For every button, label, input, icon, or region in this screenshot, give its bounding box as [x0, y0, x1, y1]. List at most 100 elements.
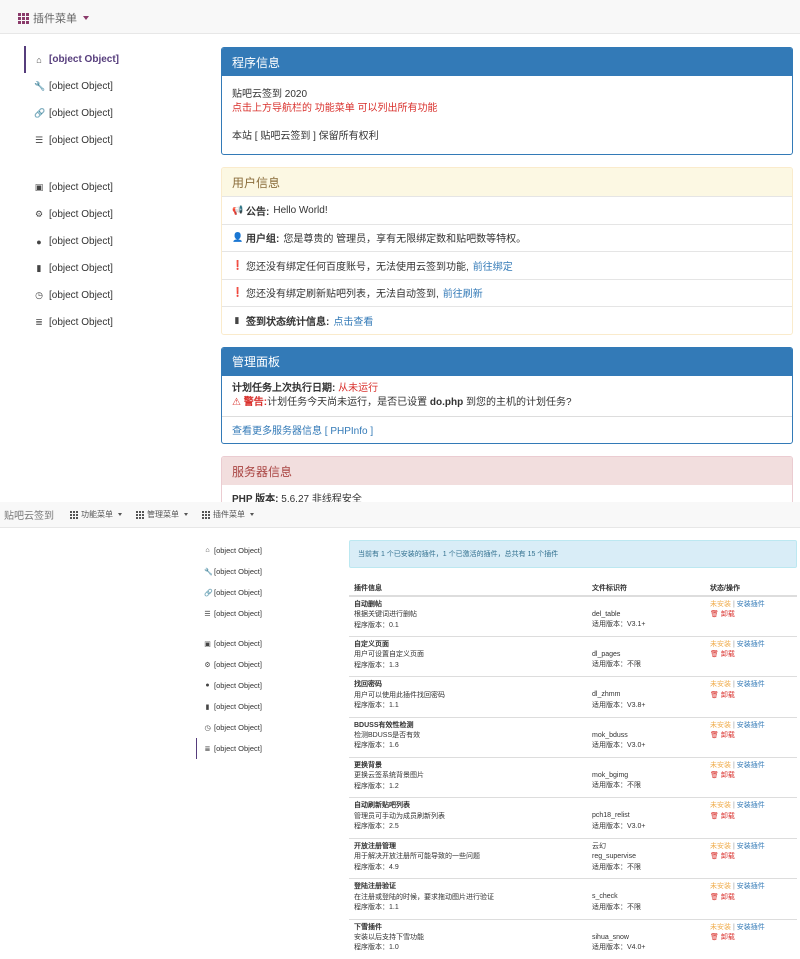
sidebar-item[interactable]: ⚙ [object Object] [24, 201, 204, 228]
bind-text: 您还没有绑定任何百度账号，无法使用云签到功能, [246, 261, 469, 273]
sidebar-item[interactable]: ▣ [object Object] [196, 633, 336, 654]
stats-link[interactable]: 点击查看 [333, 313, 373, 328]
install-plugin-link[interactable]: 安装插件 [737, 601, 765, 608]
sidebar-item[interactable]: ≣ [object Object] [24, 309, 204, 336]
install-plugin-link[interactable]: 安装插件 [737, 883, 765, 890]
bind-link[interactable]: 前往绑定 [473, 258, 513, 273]
sidebar-item-label: [object Object] [214, 744, 262, 753]
plugin-desc: 用户可以使用此插件找回密码 [354, 691, 445, 699]
separator: | [732, 802, 735, 810]
caret-down-icon [250, 513, 254, 516]
plugin-file-cell: mok_bduss 适用版本：V3.0+ [587, 716, 705, 758]
sidebar-item[interactable]: ☰ [object Object] [196, 603, 336, 624]
version-value: 1.1 [389, 702, 399, 710]
plugin-applies: 适用版本：V4.0+ [592, 943, 700, 953]
function-menu-dropdown[interactable]: 功能菜单 [70, 509, 122, 520]
sidebar-item[interactable]: ● [object Object] [24, 228, 204, 255]
plugin-info-cell: 开放注册管理 用于解决开放注册所可能导致的一些问题 程序版本：4.9 [349, 837, 587, 879]
sidebar-item[interactable]: 🔧 [object Object] [196, 561, 336, 582]
bottom-navbar: 贴吧云签到 功能菜单 管理菜单 插件菜单 [0, 502, 800, 528]
uninstall-link[interactable]: 卸载 [721, 692, 735, 699]
uninstall-link[interactable]: 卸载 [721, 853, 735, 860]
sidebar-item[interactable]: ▣ [object Object] [24, 174, 204, 201]
refresh-link[interactable]: 前往刷新 [443, 285, 483, 300]
plugin-menu-dropdown[interactable]: 插件菜单 [202, 509, 254, 520]
trash-icon: 🗑 [710, 853, 719, 861]
plugin-file-cell: dl_zhmm 适用版本：V3.8+ [587, 676, 705, 718]
install-plugin-link[interactable]: 安装插件 [737, 681, 765, 688]
install-plugin-link[interactable]: 安装插件 [737, 924, 765, 931]
sidebar-item[interactable]: ▮ [object Object] [196, 696, 336, 717]
trash-icon: 🗑 [710, 772, 719, 780]
plugin-file-id: sihua_snow [592, 933, 629, 941]
applies-prefix: 适用版本： [592, 944, 627, 952]
sidebar-item-label: [object Object] [49, 209, 113, 220]
program-name: 贴吧云签到 2020 [232, 89, 308, 100]
home-icon: ⌂ [205, 547, 210, 554]
plugin-file-cell: del_table 适用版本：V3.1+ [587, 595, 705, 637]
plugin-status-cell: 未安装 | 安装插件 🗑 卸载 [705, 757, 797, 798]
plugin-status-cell: 未安装 | 安装插件 🗑 卸载 [705, 635, 797, 677]
plugin-info-cell: 找回密码 用户可以使用此插件找回密码 程序版本：1.1 [349, 676, 587, 718]
table-row: 找回密码 用户可以使用此插件找回密码 程序版本：1.1 dl_zhmm 适用版本… [349, 676, 797, 718]
not-installed-label: 未安装 [710, 923, 731, 931]
plugin-name: 下雪插件 [354, 923, 382, 931]
plugin-name: 更换背景 [354, 762, 382, 770]
plugin-status-cell: 未安装 | 安装插件 🗑 卸载 [705, 837, 797, 879]
sidebar-item[interactable]: ◷ [object Object] [24, 282, 204, 309]
server-info-title: 服务器信息 [222, 457, 792, 485]
tasks-icon: ≣ [204, 745, 211, 753]
sidebar-item[interactable]: ▮ [object Object] [24, 255, 204, 282]
server-info-panel: 服务器信息 PHP 版本: 5.6.27 非线程安全 [221, 456, 793, 502]
plugin-file-cell: 云幻 reg_supervise 适用版本：不限 [587, 837, 705, 879]
separator: | [732, 762, 735, 770]
header-file-id: 文件标识符 [587, 580, 705, 597]
clock-icon: ◷ [204, 724, 211, 732]
sidebar-item[interactable]: 🔗 [object Object] [24, 100, 204, 127]
install-plugin-link[interactable]: 安装插件 [737, 722, 765, 729]
uninstall-link[interactable]: 卸载 [721, 732, 735, 739]
plugin-desc: 用户可设置自定义页面 [354, 651, 424, 659]
install-plugin-link[interactable]: 安装插件 [737, 802, 765, 809]
uninstall-link[interactable]: 卸载 [721, 611, 735, 618]
sidebar-item[interactable]: ≣ [object Object] [196, 738, 336, 759]
brand-link[interactable]: 贴吧云签到 [4, 507, 54, 522]
applies-prefix: 适用版本： [592, 863, 627, 871]
plugin-menu-dropdown[interactable]: 插件菜单 [18, 10, 89, 26]
admin-menu-dropdown[interactable]: 管理菜单 [136, 509, 188, 520]
uninstall-link[interactable]: 卸载 [721, 772, 735, 779]
sidebar-item[interactable]: ● [object Object] [196, 675, 336, 696]
sidebar-item[interactable]: ⌂ [object Object] [24, 46, 204, 73]
warning-file: do.php [429, 396, 464, 408]
install-plugin-link[interactable]: 安装插件 [737, 762, 765, 769]
phpinfo-link[interactable]: 查看更多服务器信息 [ PHPInfo ] [232, 422, 373, 437]
plugin-version: 程序版本：1.6 [354, 741, 582, 751]
uninstall-link[interactable]: 卸载 [721, 934, 735, 941]
sidebar-item[interactable]: 🔗 [object Object] [196, 582, 336, 603]
uninstall-link[interactable]: 卸载 [721, 651, 735, 658]
sidebar-item-label: [object Object] [214, 702, 262, 711]
sidebar-item[interactable]: ◷ [object Object] [196, 717, 336, 738]
install-plugin-link[interactable]: 安装插件 [737, 843, 765, 850]
install-plugin-link[interactable]: 安装插件 [737, 641, 765, 648]
version-value: 1.0 [389, 944, 399, 952]
plugin-name: BDUSS有效性检测 [354, 721, 414, 729]
trash-icon: 🗑 [710, 611, 719, 619]
sidebar-item[interactable]: ⚙ [object Object] [196, 654, 336, 675]
uninstall-link[interactable]: 卸载 [721, 813, 735, 820]
uninstall-link[interactable]: 卸载 [721, 894, 735, 901]
plugin-name: 自动刷新贴吧列表 [354, 802, 410, 810]
trash-icon: 🗑 [710, 934, 719, 942]
plugin-desc: 更换云签系统背景图片 [354, 772, 424, 780]
sidebar-item-label: [object Object] [49, 236, 113, 247]
plugin-menu-label: 插件菜单 [213, 510, 245, 519]
sidebar-item[interactable]: 🔧 [object Object] [24, 73, 204, 100]
sidebar-item[interactable]: ⌂ [object Object] [196, 540, 336, 561]
separator: | [732, 883, 735, 891]
applies-prefix: 适用版本： [592, 782, 627, 790]
sidebar-item[interactable]: ☰ [object Object] [24, 127, 204, 154]
separator: | [732, 681, 735, 689]
version-value: 2.5 [389, 823, 399, 831]
plugin-file-id: dl_zhmm [592, 691, 621, 699]
not-installed-label: 未安装 [710, 842, 731, 850]
